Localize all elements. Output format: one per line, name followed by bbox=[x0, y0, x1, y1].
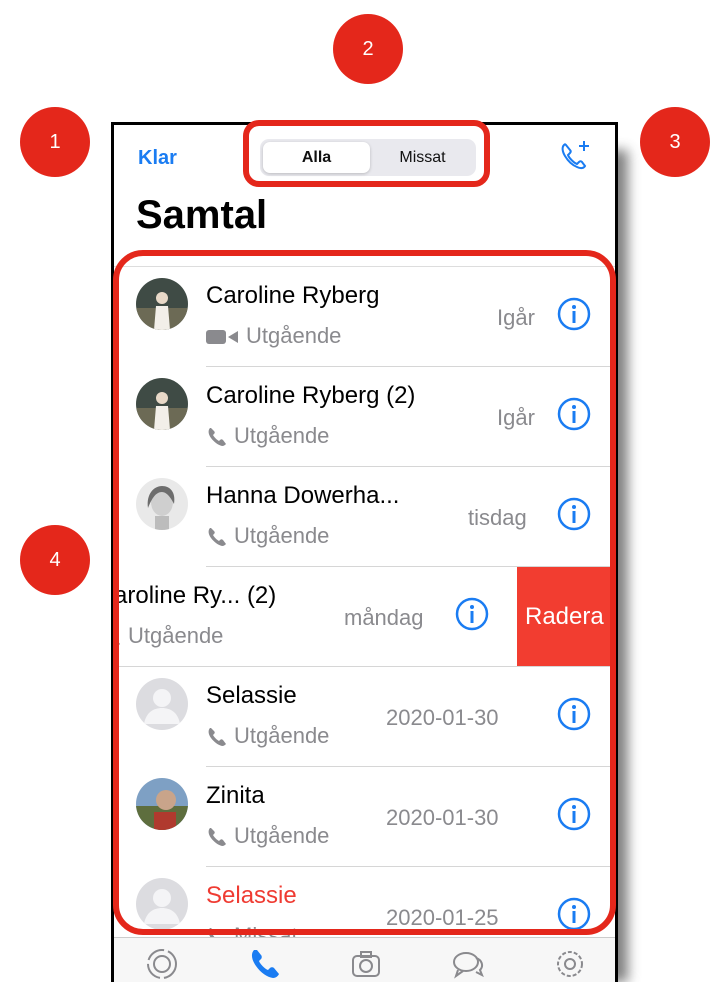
chats-icon[interactable] bbox=[450, 946, 486, 982]
annotation-box-segments bbox=[243, 120, 490, 187]
settings-icon[interactable] bbox=[552, 946, 588, 982]
annotation-badge-3: 3 bbox=[640, 107, 710, 177]
tab-bar bbox=[114, 937, 615, 982]
camera-icon[interactable] bbox=[348, 946, 384, 982]
annotation-badge-1: 1 bbox=[20, 107, 90, 177]
annotation-box-list bbox=[113, 250, 616, 935]
annotation-badge-4: 4 bbox=[20, 525, 90, 595]
annotation-badge-2: 2 bbox=[333, 14, 403, 84]
status-icon[interactable] bbox=[144, 946, 180, 982]
new-call-icon[interactable] bbox=[554, 137, 594, 177]
calls-tab-icon[interactable] bbox=[246, 946, 282, 982]
done-button[interactable]: Klar bbox=[138, 147, 177, 170]
page-title: Samtal bbox=[136, 193, 268, 237]
